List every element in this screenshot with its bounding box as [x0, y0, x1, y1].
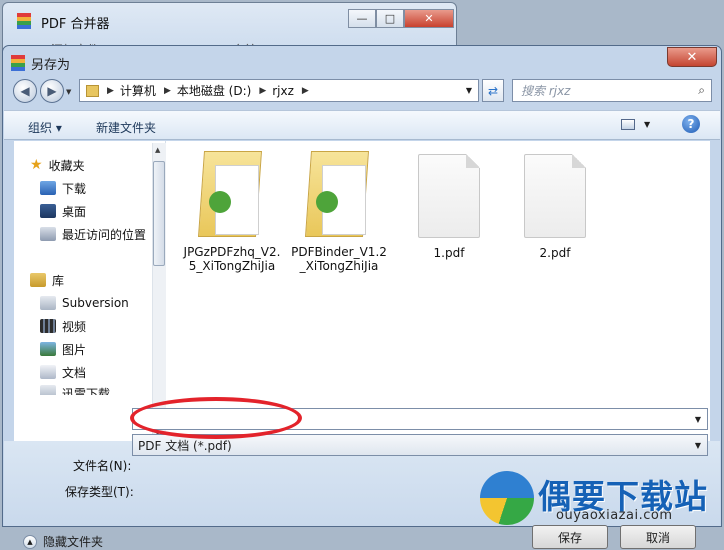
pdf-file-icon — [418, 154, 480, 238]
sidebar-item-xunlei-downloads[interactable]: 迅雷下载 — [40, 385, 110, 395]
chevron-up-icon: ▲ — [23, 534, 37, 549]
sidebar-item-downloads[interactable]: 下载 — [40, 178, 86, 198]
recent-places-icon — [40, 227, 56, 241]
folder-icon — [40, 385, 56, 395]
filetype-label: 保存类型(T): — [65, 485, 134, 499]
help-icon[interactable]: ? — [682, 115, 700, 133]
video-icon — [40, 319, 56, 333]
search-input[interactable]: 搜索 rjxz ⌕ — [512, 79, 712, 102]
watermark-url: ouyaoxiazai.com — [556, 508, 673, 523]
scroll-up-arrow[interactable]: ▲ — [155, 146, 160, 154]
file-name: 1.pdf — [433, 246, 465, 260]
hide-folders-toggle[interactable]: ▲ 隐藏文件夹 — [23, 533, 103, 550]
file-list-pane: JPGzPDFzhq_V2. 5_XiTongZhiJia PDFBinder_… — [166, 141, 710, 441]
sidebar-item-videos[interactable]: 视频 — [40, 316, 86, 336]
sidebar-item-pictures[interactable]: 图片 — [40, 339, 86, 359]
view-dropdown-arrow[interactable]: ▼ — [644, 120, 650, 129]
breadcrumb-local-disk[interactable]: 本地磁盘 (D:) — [177, 82, 251, 99]
scrollbar-thumb[interactable] — [153, 161, 165, 266]
chevron-down-icon[interactable]: ▼ — [695, 441, 701, 450]
red-annotation-oval — [130, 397, 302, 439]
pictures-icon — [40, 342, 56, 356]
desktop-icon — [40, 204, 56, 218]
dialog-close-button[interactable]: ✕ — [667, 47, 717, 67]
close-button[interactable]: ✕ — [404, 9, 454, 28]
maximize-button[interactable]: □ — [376, 9, 404, 28]
address-dropdown-arrow[interactable]: ▼ — [466, 86, 472, 95]
sidebar-item-libraries[interactable]: 库 — [30, 270, 64, 290]
organize-menu[interactable]: 组织 ▾ — [28, 119, 62, 136]
filename-label: 文件名(N): — [73, 459, 132, 473]
command-bar: 组织 ▾ 新建文件夹 ▼ ? — [4, 110, 720, 140]
address-bar[interactable]: ▶ 计算机 ▶ 本地磁盘 (D:) ▶ rjxz ▶ ▼ — [79, 79, 479, 102]
breadcrumb-rjxz[interactable]: rjxz — [272, 84, 294, 98]
file-item-pdf[interactable]: 2.pdf — [505, 154, 605, 260]
star-icon: ★ — [30, 157, 43, 173]
filetype-value: PDF 文档 (*.pdf) — [138, 438, 232, 453]
file-item-pdf[interactable]: 1.pdf — [399, 154, 499, 260]
search-placeholder: 搜索 rjxz — [521, 84, 571, 98]
chevron-down-icon[interactable]: ▼ — [695, 415, 701, 424]
document-library-icon — [40, 296, 56, 310]
chevron-right-icon: ▶ — [301, 85, 309, 96]
dialog-title: 另存为 — [31, 58, 71, 73]
app-icon — [17, 13, 31, 29]
library-icon — [30, 273, 46, 287]
sidebar-item-favorites[interactable]: ★ 收藏夹 — [30, 155, 85, 175]
view-options-icon[interactable] — [621, 119, 635, 130]
recent-pages-arrow[interactable]: ▼ — [66, 88, 71, 96]
new-folder-button[interactable]: 新建文件夹 — [96, 119, 156, 136]
file-item-folder[interactable]: PDFBinder_V1.2 _XiTongZhiJia — [289, 151, 389, 273]
file-name-cont: _XiTongZhiJia — [299, 259, 379, 273]
sidebar-item-recent-places[interactable]: 最近访问的位置 — [40, 224, 146, 244]
file-name: PDFBinder_V1.2 — [291, 245, 387, 259]
chevron-right-icon: ▶ — [259, 85, 267, 96]
background-window-title: PDF 合并器 — [41, 17, 110, 32]
sidebar-item-documents[interactable]: 文档 — [40, 362, 86, 382]
forward-button[interactable]: ▶ — [40, 79, 64, 103]
chevron-right-icon: ▶ — [163, 85, 171, 96]
file-item-folder[interactable]: JPGzPDFzhq_V2. 5_XiTongZhiJia — [182, 151, 282, 273]
refresh-button[interactable]: ⇄ — [482, 79, 504, 102]
navigation-pane: ★ 收藏夹 下载 桌面 最近访问的位置 库 Subversion 视频 图片 文… — [14, 141, 166, 441]
sidebar-item-desktop[interactable]: 桌面 — [40, 201, 86, 221]
watermark-logo — [480, 471, 534, 525]
documents-icon — [40, 365, 56, 379]
breadcrumb-computer[interactable]: 计算机 — [120, 82, 156, 99]
file-name: JPGzPDFzhq_V2. — [183, 245, 281, 259]
file-name: 2.pdf — [539, 246, 571, 260]
chevron-right-icon: ▶ — [107, 85, 114, 96]
back-button[interactable]: ◀ — [13, 79, 37, 103]
dialog-icon — [11, 55, 25, 71]
folder-icon — [304, 151, 374, 241]
file-name-cont: 5_XiTongZhiJia — [188, 259, 276, 273]
folder-icon — [197, 151, 267, 241]
pdf-file-icon — [524, 154, 586, 238]
search-icon: ⌕ — [698, 83, 705, 97]
minimize-button[interactable]: — — [348, 9, 376, 28]
folder-icon — [86, 84, 99, 97]
downloads-folder-icon — [40, 181, 56, 195]
sidebar-item-subversion[interactable]: Subversion — [40, 293, 129, 313]
